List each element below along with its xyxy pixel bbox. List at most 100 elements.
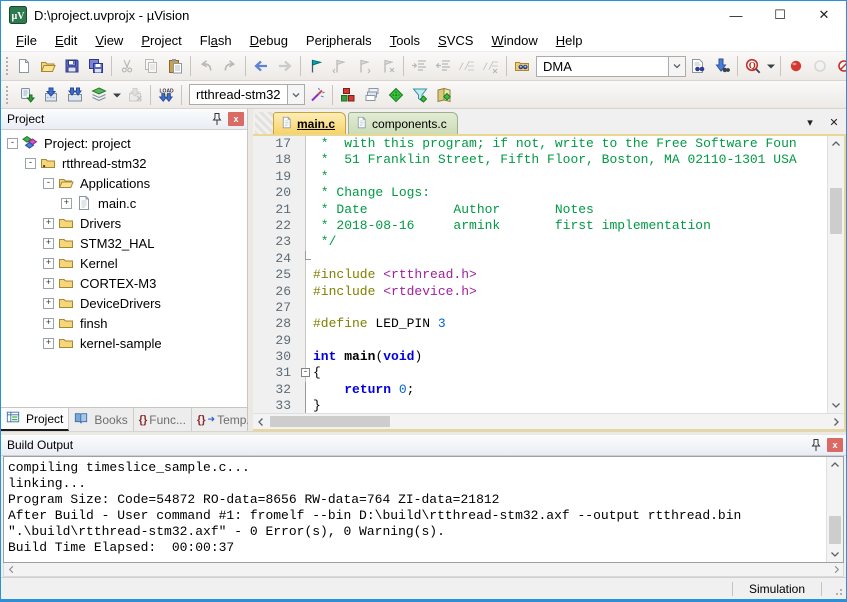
breakpoint-toggle-button[interactable] bbox=[784, 55, 808, 77]
menu-file[interactable]: File bbox=[7, 31, 46, 50]
quick-search-button[interactable]: Q bbox=[741, 55, 765, 77]
nav-back-button[interactable] bbox=[249, 55, 273, 77]
scroll-down-icon[interactable] bbox=[827, 546, 843, 562]
panel-tab-books[interactable]: Books bbox=[69, 408, 133, 431]
load-button[interactable]: LOAD bbox=[154, 84, 178, 106]
scrollbar-thumb[interactable] bbox=[830, 188, 842, 234]
toolbar-grip[interactable] bbox=[6, 57, 8, 75]
tab-close-icon[interactable]: ✕ bbox=[826, 114, 842, 130]
menu-help[interactable]: Help bbox=[547, 31, 592, 50]
menu-tools[interactable]: Tools bbox=[381, 31, 429, 50]
scroll-left-icon[interactable] bbox=[253, 414, 269, 429]
tree-item-stm32-hal[interactable]: +STM32_HAL bbox=[1, 233, 247, 253]
new-file-button[interactable] bbox=[12, 55, 36, 77]
scroll-up-icon[interactable] bbox=[827, 457, 843, 473]
tree-item-applications[interactable]: -Applications bbox=[1, 173, 247, 193]
panel-close-icon[interactable]: x bbox=[228, 112, 244, 126]
chevron-down-icon[interactable] bbox=[287, 85, 304, 104]
incremental-find-button[interactable] bbox=[710, 55, 734, 77]
function-editor-button[interactable] bbox=[408, 84, 432, 106]
build-button[interactable] bbox=[39, 84, 63, 106]
expander-icon[interactable]: + bbox=[61, 198, 72, 209]
expander-icon[interactable]: - bbox=[43, 178, 54, 189]
scroll-right-icon[interactable] bbox=[829, 563, 843, 576]
scrollbar-thumb[interactable] bbox=[270, 416, 390, 427]
fold-collapse-icon[interactable]: - bbox=[301, 368, 310, 377]
find-button[interactable] bbox=[686, 55, 710, 77]
tree-item-kernel[interactable]: +Kernel bbox=[1, 253, 247, 273]
tree-item-rtthread-stm32[interactable]: -rtthread-stm32 bbox=[1, 153, 247, 173]
save-all-button[interactable] bbox=[84, 55, 108, 77]
scroll-left-icon[interactable] bbox=[4, 563, 18, 576]
pin-icon[interactable] bbox=[808, 438, 824, 453]
caret-down-button[interactable] bbox=[765, 55, 777, 77]
expander-icon[interactable]: + bbox=[43, 218, 54, 229]
close-button[interactable]: ✕ bbox=[802, 1, 846, 29]
target-combobox[interactable]: rtthread-stm32 bbox=[189, 84, 305, 105]
maximize-button[interactable]: ☐ bbox=[758, 1, 802, 29]
manage-layout-button[interactable] bbox=[360, 84, 384, 106]
breakpoint-disable-all-button[interactable] bbox=[832, 55, 846, 77]
expander-icon[interactable]: + bbox=[43, 318, 54, 329]
save-button[interactable] bbox=[60, 55, 84, 77]
tree-item-finsh[interactable]: +finsh bbox=[1, 313, 247, 333]
tab-list-icon[interactable]: ▾ bbox=[802, 114, 818, 130]
menu-debug[interactable]: Debug bbox=[241, 31, 297, 50]
rebuild-button[interactable] bbox=[63, 84, 87, 106]
caret-down-button[interactable] bbox=[111, 84, 123, 106]
expander-icon[interactable]: + bbox=[43, 258, 54, 269]
minimize-button[interactable]: — bbox=[714, 1, 758, 29]
panel-tab-func[interactable]: {}Func... bbox=[134, 408, 192, 431]
build-horizontal-scrollbar[interactable] bbox=[3, 563, 844, 577]
code-editor[interactable]: 17 * with this program; if not, write to… bbox=[253, 136, 827, 413]
chevron-down-icon[interactable] bbox=[668, 57, 685, 76]
fold-margin[interactable]: - bbox=[299, 365, 313, 381]
build-vertical-scrollbar[interactable] bbox=[826, 457, 843, 562]
panel-close-icon[interactable]: x bbox=[827, 438, 843, 452]
menu-flash[interactable]: Flash bbox=[191, 31, 241, 50]
expander-icon[interactable]: + bbox=[43, 338, 54, 349]
expander-icon[interactable]: - bbox=[25, 158, 36, 169]
menu-project[interactable]: Project bbox=[132, 31, 190, 50]
scrollbar-thumb[interactable] bbox=[829, 516, 841, 544]
tree-item-project-project[interactable]: -Project: project bbox=[1, 133, 247, 153]
menu-svcs[interactable]: SVCS bbox=[429, 31, 482, 50]
pack-installer-button[interactable] bbox=[432, 84, 456, 106]
editor-tab-components-c[interactable]: components.c bbox=[348, 112, 458, 134]
manage-run-env-button[interactable] bbox=[384, 84, 408, 106]
menu-window[interactable]: Window bbox=[482, 31, 546, 50]
arrow-icon: ➜ bbox=[208, 414, 216, 425]
menu-edit[interactable]: Edit bbox=[46, 31, 86, 50]
translate-button[interactable] bbox=[15, 84, 39, 106]
scroll-right-icon[interactable] bbox=[828, 414, 844, 429]
pin-icon[interactable] bbox=[209, 112, 225, 127]
paste-button[interactable] bbox=[163, 55, 187, 77]
toolbar-grip[interactable] bbox=[6, 86, 11, 104]
expander-icon[interactable]: + bbox=[43, 298, 54, 309]
menu-view[interactable]: View bbox=[86, 31, 132, 50]
build-output-log[interactable]: compiling timeslice_sample.c...linking..… bbox=[4, 457, 826, 562]
find-in-files-button[interactable] bbox=[510, 55, 534, 77]
resize-grip[interactable] bbox=[822, 578, 846, 599]
tree-item-devicedrivers[interactable]: +DeviceDrivers bbox=[1, 293, 247, 313]
expander-icon[interactable]: + bbox=[43, 238, 54, 249]
expander-icon[interactable]: + bbox=[43, 278, 54, 289]
tree-item-kernel-sample[interactable]: +kernel-sample bbox=[1, 333, 247, 353]
editor-tab-main-c[interactable]: main.c bbox=[273, 112, 346, 134]
bookmark-toggle-button[interactable] bbox=[304, 55, 328, 77]
batch-build-button[interactable] bbox=[87, 84, 111, 106]
panel-tab-project[interactable]: Project bbox=[1, 408, 69, 431]
scroll-down-icon[interactable] bbox=[828, 397, 844, 413]
menu-peripherals[interactable]: Peripherals bbox=[297, 31, 381, 50]
expander-icon[interactable]: - bbox=[7, 138, 18, 149]
open-folder-button[interactable] bbox=[36, 55, 60, 77]
scroll-up-icon[interactable] bbox=[828, 136, 844, 152]
options-target-button[interactable] bbox=[305, 84, 329, 106]
tree-item-cortex-m3[interactable]: +CORTEX-M3 bbox=[1, 273, 247, 293]
editor-horizontal-scrollbar[interactable] bbox=[253, 413, 844, 429]
tree-item-drivers[interactable]: +Drivers bbox=[1, 213, 247, 233]
tree-item-main-c[interactable]: +main.c bbox=[1, 193, 247, 213]
find-combobox[interactable]: DMA bbox=[536, 56, 686, 77]
editor-vertical-scrollbar[interactable] bbox=[827, 136, 844, 413]
manage-items-button[interactable] bbox=[336, 84, 360, 106]
